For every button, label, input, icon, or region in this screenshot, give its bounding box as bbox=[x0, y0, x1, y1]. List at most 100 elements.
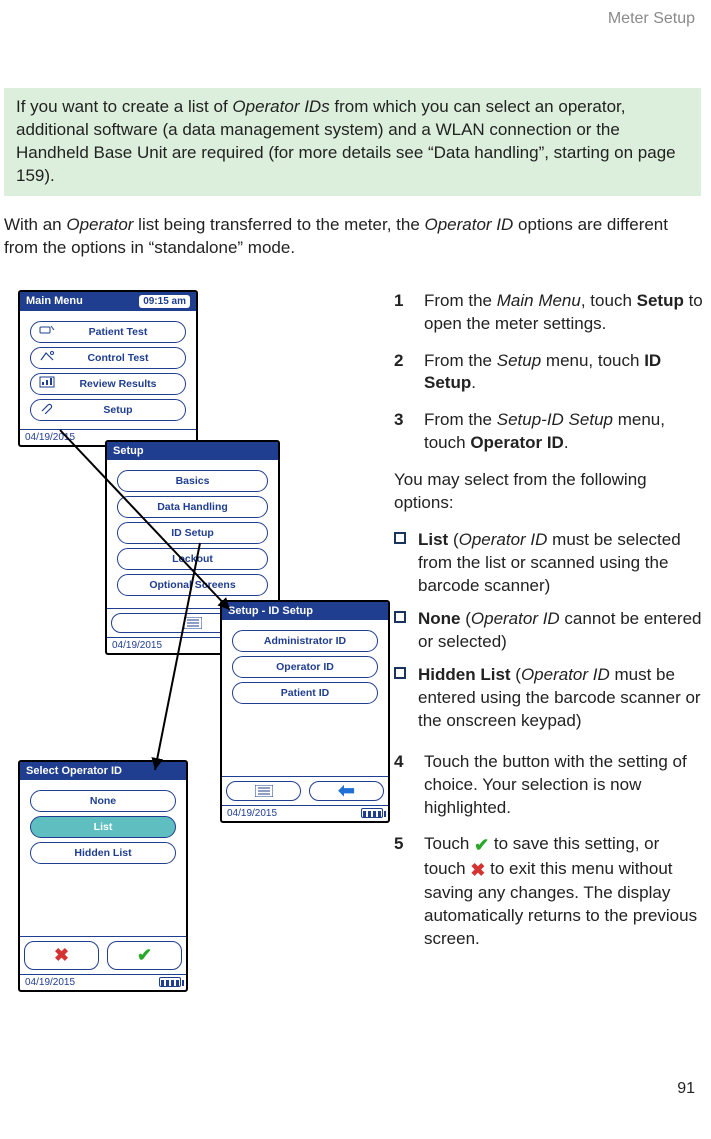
o2bold: None bbox=[418, 609, 461, 628]
intro-i1: Operator bbox=[66, 215, 133, 234]
step-5: 5 Touch ✔ to save this setting, or touch… bbox=[394, 833, 705, 950]
s4t: Touch the button with the setting of cho… bbox=[424, 751, 705, 820]
idsetup-item-operator-id[interactable]: Operator ID bbox=[232, 656, 378, 678]
check-icon: ✔ bbox=[137, 945, 152, 966]
square-bullet-icon bbox=[394, 667, 406, 679]
cross-icon: ✖ bbox=[54, 945, 69, 966]
list-icon bbox=[184, 617, 202, 629]
device-select-date: 04/19/2015 bbox=[25, 977, 75, 988]
step-3: 3 From the Setup-ID Setup menu, touch Op… bbox=[394, 409, 705, 455]
o3i: Operator ID bbox=[521, 665, 610, 684]
main-item-patient-test[interactable]: Patient Test bbox=[30, 321, 186, 343]
main-item-patient-test-label: Patient Test bbox=[89, 326, 148, 338]
step-2: 2 From the Setup menu, touch ID Setup. bbox=[394, 350, 705, 396]
device-id-setup: Setup - ID Setup Administrator ID Operat… bbox=[220, 600, 390, 823]
s3i: Setup-ID Setup bbox=[497, 410, 613, 429]
device-select-operator-id: Select Operator ID None List Hidden List… bbox=[18, 760, 188, 992]
setup-item-basics-label: Basics bbox=[176, 475, 210, 487]
main-item-control-test[interactable]: Control Test bbox=[30, 347, 186, 369]
intro-paragraph: With an Operator list being transferred … bbox=[4, 214, 701, 260]
select-item-hidden-list-label: Hidden List bbox=[74, 847, 131, 859]
device-setup-date: 04/19/2015 bbox=[112, 640, 162, 651]
review-icon bbox=[39, 376, 55, 391]
info-italic-1: Operator IDs bbox=[232, 97, 329, 116]
list-icon bbox=[255, 785, 273, 797]
o1bold: List bbox=[418, 530, 448, 549]
main-item-setup[interactable]: Setup bbox=[30, 399, 186, 421]
options-list: List (Operator ID must be selected from … bbox=[394, 529, 705, 733]
s1b: , touch bbox=[581, 291, 637, 310]
square-bullet-icon bbox=[394, 532, 406, 544]
main-item-review-results-label: Review Results bbox=[79, 378, 156, 390]
setup-item-data-handling-label: Data Handling bbox=[157, 501, 228, 513]
s3c: . bbox=[564, 433, 569, 452]
idsetup-item-operator-id-label: Operator ID bbox=[276, 661, 334, 673]
control-icon bbox=[39, 350, 55, 365]
select-confirm-button[interactable]: ✔ bbox=[107, 941, 182, 970]
setup-item-basics[interactable]: Basics bbox=[117, 470, 268, 492]
info-box: If you want to create a list of Operator… bbox=[4, 88, 701, 196]
s2a: From the bbox=[424, 351, 497, 370]
idsetup-back-button[interactable]: ⬅ bbox=[309, 781, 384, 801]
select-cancel-button[interactable]: ✖ bbox=[24, 941, 99, 970]
o1a: ( bbox=[448, 530, 458, 549]
option-hidden-list: Hidden List (Operator ID must be entered… bbox=[394, 664, 705, 733]
option-none: None (Operator ID cannot be entered or s… bbox=[394, 608, 705, 654]
select-item-list[interactable]: List bbox=[30, 816, 176, 838]
device-idsetup-date: 04/19/2015 bbox=[227, 808, 277, 819]
s2i: Setup bbox=[497, 351, 541, 370]
o1i: Operator ID bbox=[459, 530, 548, 549]
step-4: 4 Touch the button with the setting of c… bbox=[394, 751, 705, 820]
o3bold: Hidden List bbox=[418, 665, 511, 684]
step-3-number: 3 bbox=[394, 409, 412, 455]
o3a: ( bbox=[511, 665, 521, 684]
idsetup-item-patient-id-label: Patient ID bbox=[281, 687, 329, 699]
s2c: . bbox=[471, 373, 476, 392]
running-head: Meter Setup bbox=[0, 10, 705, 28]
main-item-review-results[interactable]: Review Results bbox=[30, 373, 186, 395]
check-icon: ✔ bbox=[474, 835, 489, 855]
idsetup-item-admin-id-label: Administrator ID bbox=[264, 635, 346, 647]
setup-item-id-setup[interactable]: ID Setup bbox=[117, 522, 268, 544]
intro-i2: Operator ID bbox=[425, 215, 514, 234]
battery-icon bbox=[159, 977, 181, 987]
idsetup-list-button[interactable] bbox=[226, 781, 301, 801]
device-setup-title: Setup bbox=[113, 445, 144, 457]
o2i: Operator ID bbox=[471, 609, 560, 628]
option-list: List (Operator ID must be selected from … bbox=[394, 529, 705, 598]
setup-item-optional-screens[interactable]: Optional Screens bbox=[117, 574, 268, 596]
info-text: If you want to create a list of bbox=[16, 97, 232, 116]
patient-icon bbox=[39, 324, 55, 339]
setup-item-lockout[interactable]: Lockout bbox=[117, 548, 268, 570]
step-4-number: 4 bbox=[394, 751, 412, 820]
cross-icon: ✖ bbox=[470, 860, 485, 880]
intro-t1: With an bbox=[4, 215, 66, 234]
setup-item-data-handling[interactable]: Data Handling bbox=[117, 496, 268, 518]
device-illustrations: Main Menu 09:15 am Patient Test C bbox=[0, 290, 380, 1070]
select-item-none-label: None bbox=[90, 795, 116, 807]
intro-t2: list being transferred to the meter, the bbox=[133, 215, 424, 234]
device-select-title: Select Operator ID bbox=[26, 765, 122, 777]
s1i: Main Menu bbox=[497, 291, 581, 310]
select-item-hidden-list[interactable]: Hidden List bbox=[30, 842, 176, 864]
s3bold: Operator ID bbox=[470, 433, 564, 452]
device-main-date: 04/19/2015 bbox=[25, 432, 75, 443]
step-1-number: 1 bbox=[394, 290, 412, 336]
device-idsetup-title: Setup - ID Setup bbox=[228, 605, 313, 617]
idsetup-item-patient-id[interactable]: Patient ID bbox=[232, 682, 378, 704]
idsetup-item-admin-id[interactable]: Administrator ID bbox=[232, 630, 378, 652]
device-main-title: Main Menu bbox=[26, 295, 83, 307]
step-2-number: 2 bbox=[394, 350, 412, 396]
s1bold: Setup bbox=[637, 291, 684, 310]
step-5-number: 5 bbox=[394, 833, 412, 950]
s3a: From the bbox=[424, 410, 497, 429]
setup-wrench-icon bbox=[39, 402, 55, 417]
device-main-time: 09:15 am bbox=[139, 295, 190, 308]
device-main-menu: Main Menu 09:15 am Patient Test C bbox=[18, 290, 198, 447]
setup-item-lockout-label: Lockout bbox=[172, 553, 213, 565]
main-item-control-test-label: Control Test bbox=[87, 352, 148, 364]
s1a: From the bbox=[424, 291, 497, 310]
select-item-none[interactable]: None bbox=[30, 790, 176, 812]
battery-icon bbox=[361, 808, 383, 818]
main-item-setup-label: Setup bbox=[103, 404, 132, 416]
